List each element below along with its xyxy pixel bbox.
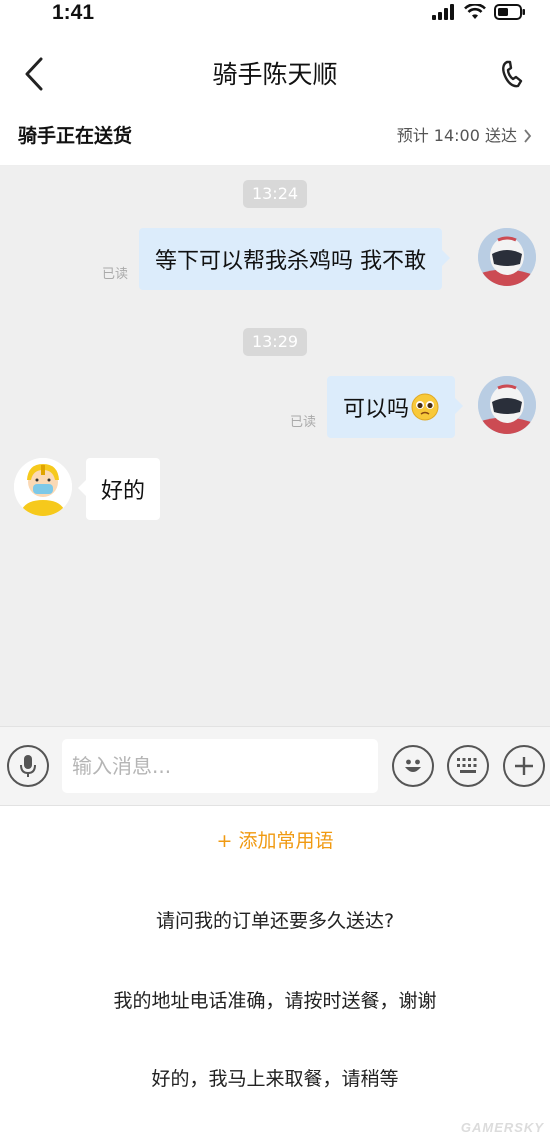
watermark: GAMERSKY — [460, 1120, 544, 1135]
message-bubble-in[interactable]: 好的 — [77, 458, 161, 520]
plus-icon — [515, 757, 533, 775]
microphone-icon — [20, 755, 36, 777]
status-bar: 1:41 — [0, 0, 550, 28]
more-button[interactable] — [503, 745, 545, 787]
message-input[interactable] — [62, 739, 378, 793]
courier-avatar-icon — [14, 458, 72, 516]
battery-icon — [494, 4, 525, 20]
eta-text: 预计 14:00 送达 — [396, 126, 517, 145]
status-time: 1:41 — [52, 1, 95, 24]
phone-icon — [502, 60, 523, 88]
call-button[interactable] — [494, 56, 530, 92]
add-phrase-button[interactable]: + 添加常用语 — [0, 826, 550, 853]
message-bubble-out[interactable]: 等下可以帮我杀鸡吗 我不敢 — [139, 228, 450, 290]
chevron-right-icon — [524, 129, 532, 143]
helmet-avatar-icon — [478, 376, 536, 434]
user-avatar[interactable] — [478, 228, 536, 286]
message-bubble-out[interactable]: 可以吗 — [327, 376, 464, 438]
quick-phrase-item[interactable]: 请问我的订单还要多久送达? — [0, 906, 550, 933]
signal-icon — [432, 4, 454, 20]
message-text: 好的 — [101, 479, 146, 504]
quick-phrases-panel: + 添加常用语 请问我的订单还要多久送达? 我的地址电话准确，请按时送餐，谢谢 … — [0, 806, 550, 1139]
delivery-status-bar[interactable]: 骑手正在送货 预计 14:00 送达 — [0, 110, 550, 166]
status-icons — [432, 4, 526, 20]
read-receipt: 已读 — [290, 415, 317, 430]
quick-phrase-item[interactable]: 好的，我马上来取餐，请稍等 — [0, 1064, 550, 1091]
keyboard-button[interactable] — [447, 745, 489, 787]
read-receipt: 已读 — [102, 267, 129, 282]
input-bar — [0, 726, 550, 806]
keyboard-icon — [457, 758, 477, 773]
chat-area[interactable]: 13:24 等下可以帮我杀鸡吗 我不敢 已读 13:29 可以吗 已读 好的 — [0, 166, 550, 726]
pleading-face-icon — [411, 393, 439, 421]
helmet-avatar-icon — [478, 228, 536, 286]
nav-bar: 骑手陈天顺 — [0, 40, 550, 110]
emoji-button[interactable] — [392, 745, 434, 787]
quick-phrase-item[interactable]: 我的地址电话准确，请按时送餐，谢谢 — [0, 986, 550, 1013]
voice-button[interactable] — [7, 745, 49, 787]
wifi-icon — [464, 4, 486, 19]
message-text: 等下可以帮我杀鸡吗 我不敢 — [155, 249, 426, 274]
time-divider: 13:24 — [243, 180, 307, 208]
rider-avatar[interactable] — [14, 458, 72, 516]
message-text: 可以吗 — [343, 397, 410, 422]
delivery-status: 骑手正在送货 — [18, 125, 133, 147]
delivery-eta[interactable]: 预计 14:00 送达 — [397, 110, 532, 162]
user-avatar[interactable] — [478, 376, 536, 434]
time-divider: 13:29 — [243, 328, 307, 356]
smiley-icon — [405, 759, 421, 772]
page-title: 骑手陈天顺 — [212, 60, 338, 89]
